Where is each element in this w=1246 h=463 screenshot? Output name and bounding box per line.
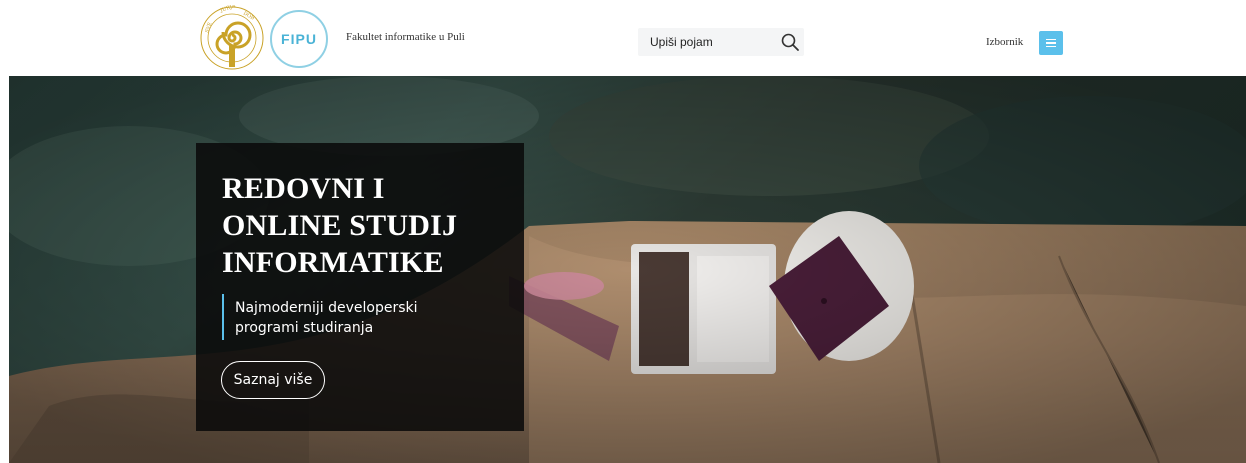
faculty-name[interactable]: Fakultet informatike u Puli [346,31,465,43]
hero-accent-line [222,294,224,340]
hero-banner [9,76,1246,463]
hero-title-line: REDOVNI I [222,172,385,205]
search-box [638,28,804,56]
hero-title-line: ONLINE STUDIJ [222,209,458,242]
hamburger-menu-button[interactable] [1039,31,1063,55]
svg-text:SVE: SVE [204,21,213,33]
hero-subtitle-line: Najmoderniji developerski [235,300,418,316]
hero-subtitle-line: programi studiranja [235,320,374,336]
search-icon[interactable] [780,32,800,52]
menu-label[interactable]: Izbornik [986,36,1023,48]
fipu-logo-text: FIPU [281,31,317,47]
search-input[interactable] [650,33,770,51]
svg-text:DOB: DOB [242,11,255,22]
hero-title: REDOVNI I ONLINE STUDIJ INFORMATIKE [222,170,512,281]
svg-text:JURJA: JURJA [219,5,237,14]
university-seal-icon[interactable]: SVE JURJA DOB [199,5,265,71]
hero-title-line: INFORMATIKE [222,246,444,279]
hero-subtitle: Najmoderniji developerski programi studi… [235,298,495,338]
hero-background-image [9,76,1246,463]
learn-more-button[interactable]: Saznaj više [221,361,325,399]
site-header: SVE JURJA DOB FIPU Fakultet informatike … [0,0,1246,76]
fipu-logo[interactable]: FIPU [270,10,328,68]
hamburger-menu-icon [1046,38,1056,41]
